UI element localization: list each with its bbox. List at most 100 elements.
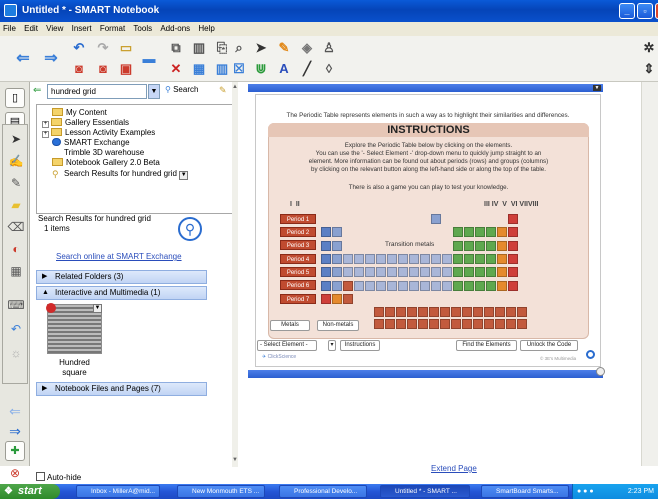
- f-block-cell[interactable]: [506, 319, 516, 329]
- element-cell[interactable]: [321, 280, 331, 291]
- task-smart-notebook[interactable]: Untitled * - SMART ...: [380, 485, 470, 498]
- element-cell[interactable]: [332, 240, 342, 251]
- element-cell[interactable]: [321, 253, 331, 264]
- element-cell[interactable]: [420, 253, 430, 264]
- f-block-cell[interactable]: [506, 307, 516, 317]
- select-element-arrow-icon[interactable]: ▾: [328, 340, 336, 351]
- undo-icon[interactable]: ↶: [70, 39, 88, 57]
- gallery-search-button[interactable]: ⚲ Search: [165, 85, 198, 94]
- element-cell[interactable]: [464, 253, 474, 264]
- element-cell[interactable]: [409, 280, 419, 291]
- f-block-cell[interactable]: [396, 319, 406, 329]
- redo-icon[interactable]: ↷: [94, 39, 112, 57]
- object-menu-icon[interactable]: ▼: [593, 85, 601, 91]
- element-cell[interactable]: [486, 227, 496, 238]
- element-cell[interactable]: [376, 280, 386, 291]
- flash-object-bottom-bar[interactable]: [248, 367, 605, 378]
- element-cell[interactable]: [464, 240, 474, 251]
- instructions-button[interactable]: Instructions: [340, 340, 380, 351]
- autohide-checkbox[interactable]: Auto-hide: [36, 472, 81, 482]
- gallery-search-input[interactable]: [47, 84, 147, 99]
- save-icon[interactable]: ▣: [117, 60, 135, 78]
- element-cell[interactable]: [464, 227, 474, 238]
- document-camera-icon[interactable]: ▥: [190, 39, 208, 57]
- element-cell[interactable]: [387, 280, 397, 291]
- element-cell[interactable]: [508, 253, 518, 264]
- element-cell[interactable]: [332, 227, 342, 238]
- settings-gear-icon[interactable]: ✲: [640, 39, 658, 57]
- element-cell[interactable]: [321, 240, 331, 251]
- task-inbox[interactable]: Inbox - MillerA@mid...: [76, 485, 160, 498]
- screen-capture-icon[interactable]: ⎘: [213, 39, 231, 57]
- find-elements-button[interactable]: Find the Elements: [456, 340, 517, 351]
- paste-icon[interactable]: ⧉: [167, 39, 185, 57]
- f-block-cell[interactable]: [440, 319, 450, 329]
- area-capture-icon[interactable]: ▦: [6, 261, 26, 281]
- select-pointer-icon[interactable]: ➤: [252, 39, 270, 57]
- element-cell[interactable]: [486, 253, 496, 264]
- element-cell[interactable]: [475, 280, 485, 291]
- element-cell[interactable]: [486, 267, 496, 278]
- nonmetals-button[interactable]: Non-metals: [317, 320, 359, 331]
- element-cell[interactable]: [442, 253, 452, 264]
- element-cell[interactable]: [453, 240, 463, 251]
- element-cell[interactable]: [409, 253, 419, 264]
- element-cell[interactable]: [365, 280, 375, 291]
- undo-tool-icon[interactable]: ↶: [6, 319, 26, 339]
- creative-pen-tool-icon[interactable]: ✎: [6, 173, 26, 193]
- gallery-back-icon[interactable]: ⇐: [33, 85, 41, 96]
- f-block-cell[interactable]: [429, 307, 439, 317]
- period-1-button[interactable]: Period 1: [280, 214, 316, 224]
- f-block-cell[interactable]: [517, 319, 527, 329]
- task-smartboard-smarts[interactable]: SmartBoard Smarts...: [481, 485, 569, 498]
- line-tool-icon[interactable]: ╱: [298, 60, 316, 78]
- minimize-icon[interactable]: _: [619, 3, 635, 19]
- element-cell[interactable]: [321, 267, 331, 278]
- gallery-search-dropdown[interactable]: ▼: [148, 84, 160, 99]
- element-cell[interactable]: [453, 227, 463, 238]
- gallery-options-icon[interactable]: ✎: [219, 85, 227, 96]
- menu-tools[interactable]: Tools: [130, 22, 155, 33]
- f-block-cell[interactable]: [385, 319, 395, 329]
- f-block-cell[interactable]: [495, 307, 505, 317]
- checkbox-icon[interactable]: [36, 472, 45, 481]
- f-block-cell[interactable]: [451, 319, 461, 329]
- maximize-icon[interactable]: ▫: [637, 3, 653, 19]
- add-page-icon[interactable]: ✚: [5, 441, 25, 461]
- pen-tool-icon[interactable]: ✍: [6, 151, 26, 171]
- f-block-cell[interactable]: [517, 307, 527, 317]
- f-block-cell[interactable]: [396, 307, 406, 317]
- new-page-icon[interactable]: ◙: [70, 60, 88, 78]
- element-cell[interactable]: [354, 280, 364, 291]
- keyboard-icon[interactable]: ⌨: [6, 295, 26, 315]
- f-block-cell[interactable]: [495, 319, 505, 329]
- element-cell[interactable]: [343, 253, 353, 264]
- start-button[interactable]: ❖ start: [0, 484, 60, 499]
- table-icon[interactable]: ▦: [190, 60, 208, 78]
- menu-format[interactable]: Format: [97, 22, 128, 33]
- element-cell[interactable]: [475, 227, 485, 238]
- element-cell[interactable]: [431, 214, 441, 224]
- element-cell[interactable]: [453, 267, 463, 278]
- element-cell[interactable]: [321, 227, 331, 238]
- element-cell[interactable]: [508, 240, 518, 251]
- open-folder-icon[interactable]: ▭: [117, 39, 135, 57]
- magic-pen-icon[interactable]: ♙: [320, 39, 338, 57]
- close-sidebar-icon[interactable]: ⊗: [5, 464, 25, 484]
- period-6-button[interactable]: Period 6: [280, 280, 316, 290]
- element-cell[interactable]: [420, 280, 430, 291]
- f-block-cell[interactable]: [473, 307, 483, 317]
- creative-pen-icon[interactable]: ⋓: [252, 60, 270, 78]
- eraser-icon[interactable]: ◈: [298, 39, 316, 57]
- f-block-cell[interactable]: [451, 307, 461, 317]
- period-5-button[interactable]: Period 5: [280, 267, 316, 277]
- element-cell[interactable]: [343, 280, 353, 291]
- element-cell[interactable]: [332, 280, 342, 291]
- element-cell[interactable]: [376, 253, 386, 264]
- element-cell[interactable]: [387, 253, 397, 264]
- unlock-code-button[interactable]: Unlock the Code: [520, 340, 578, 351]
- element-cell[interactable]: [508, 267, 518, 278]
- fill-tool-icon[interactable]: ◊: [320, 60, 338, 78]
- element-cell[interactable]: [497, 240, 507, 251]
- shape-tool-icon[interactable]: ◐: [6, 239, 26, 259]
